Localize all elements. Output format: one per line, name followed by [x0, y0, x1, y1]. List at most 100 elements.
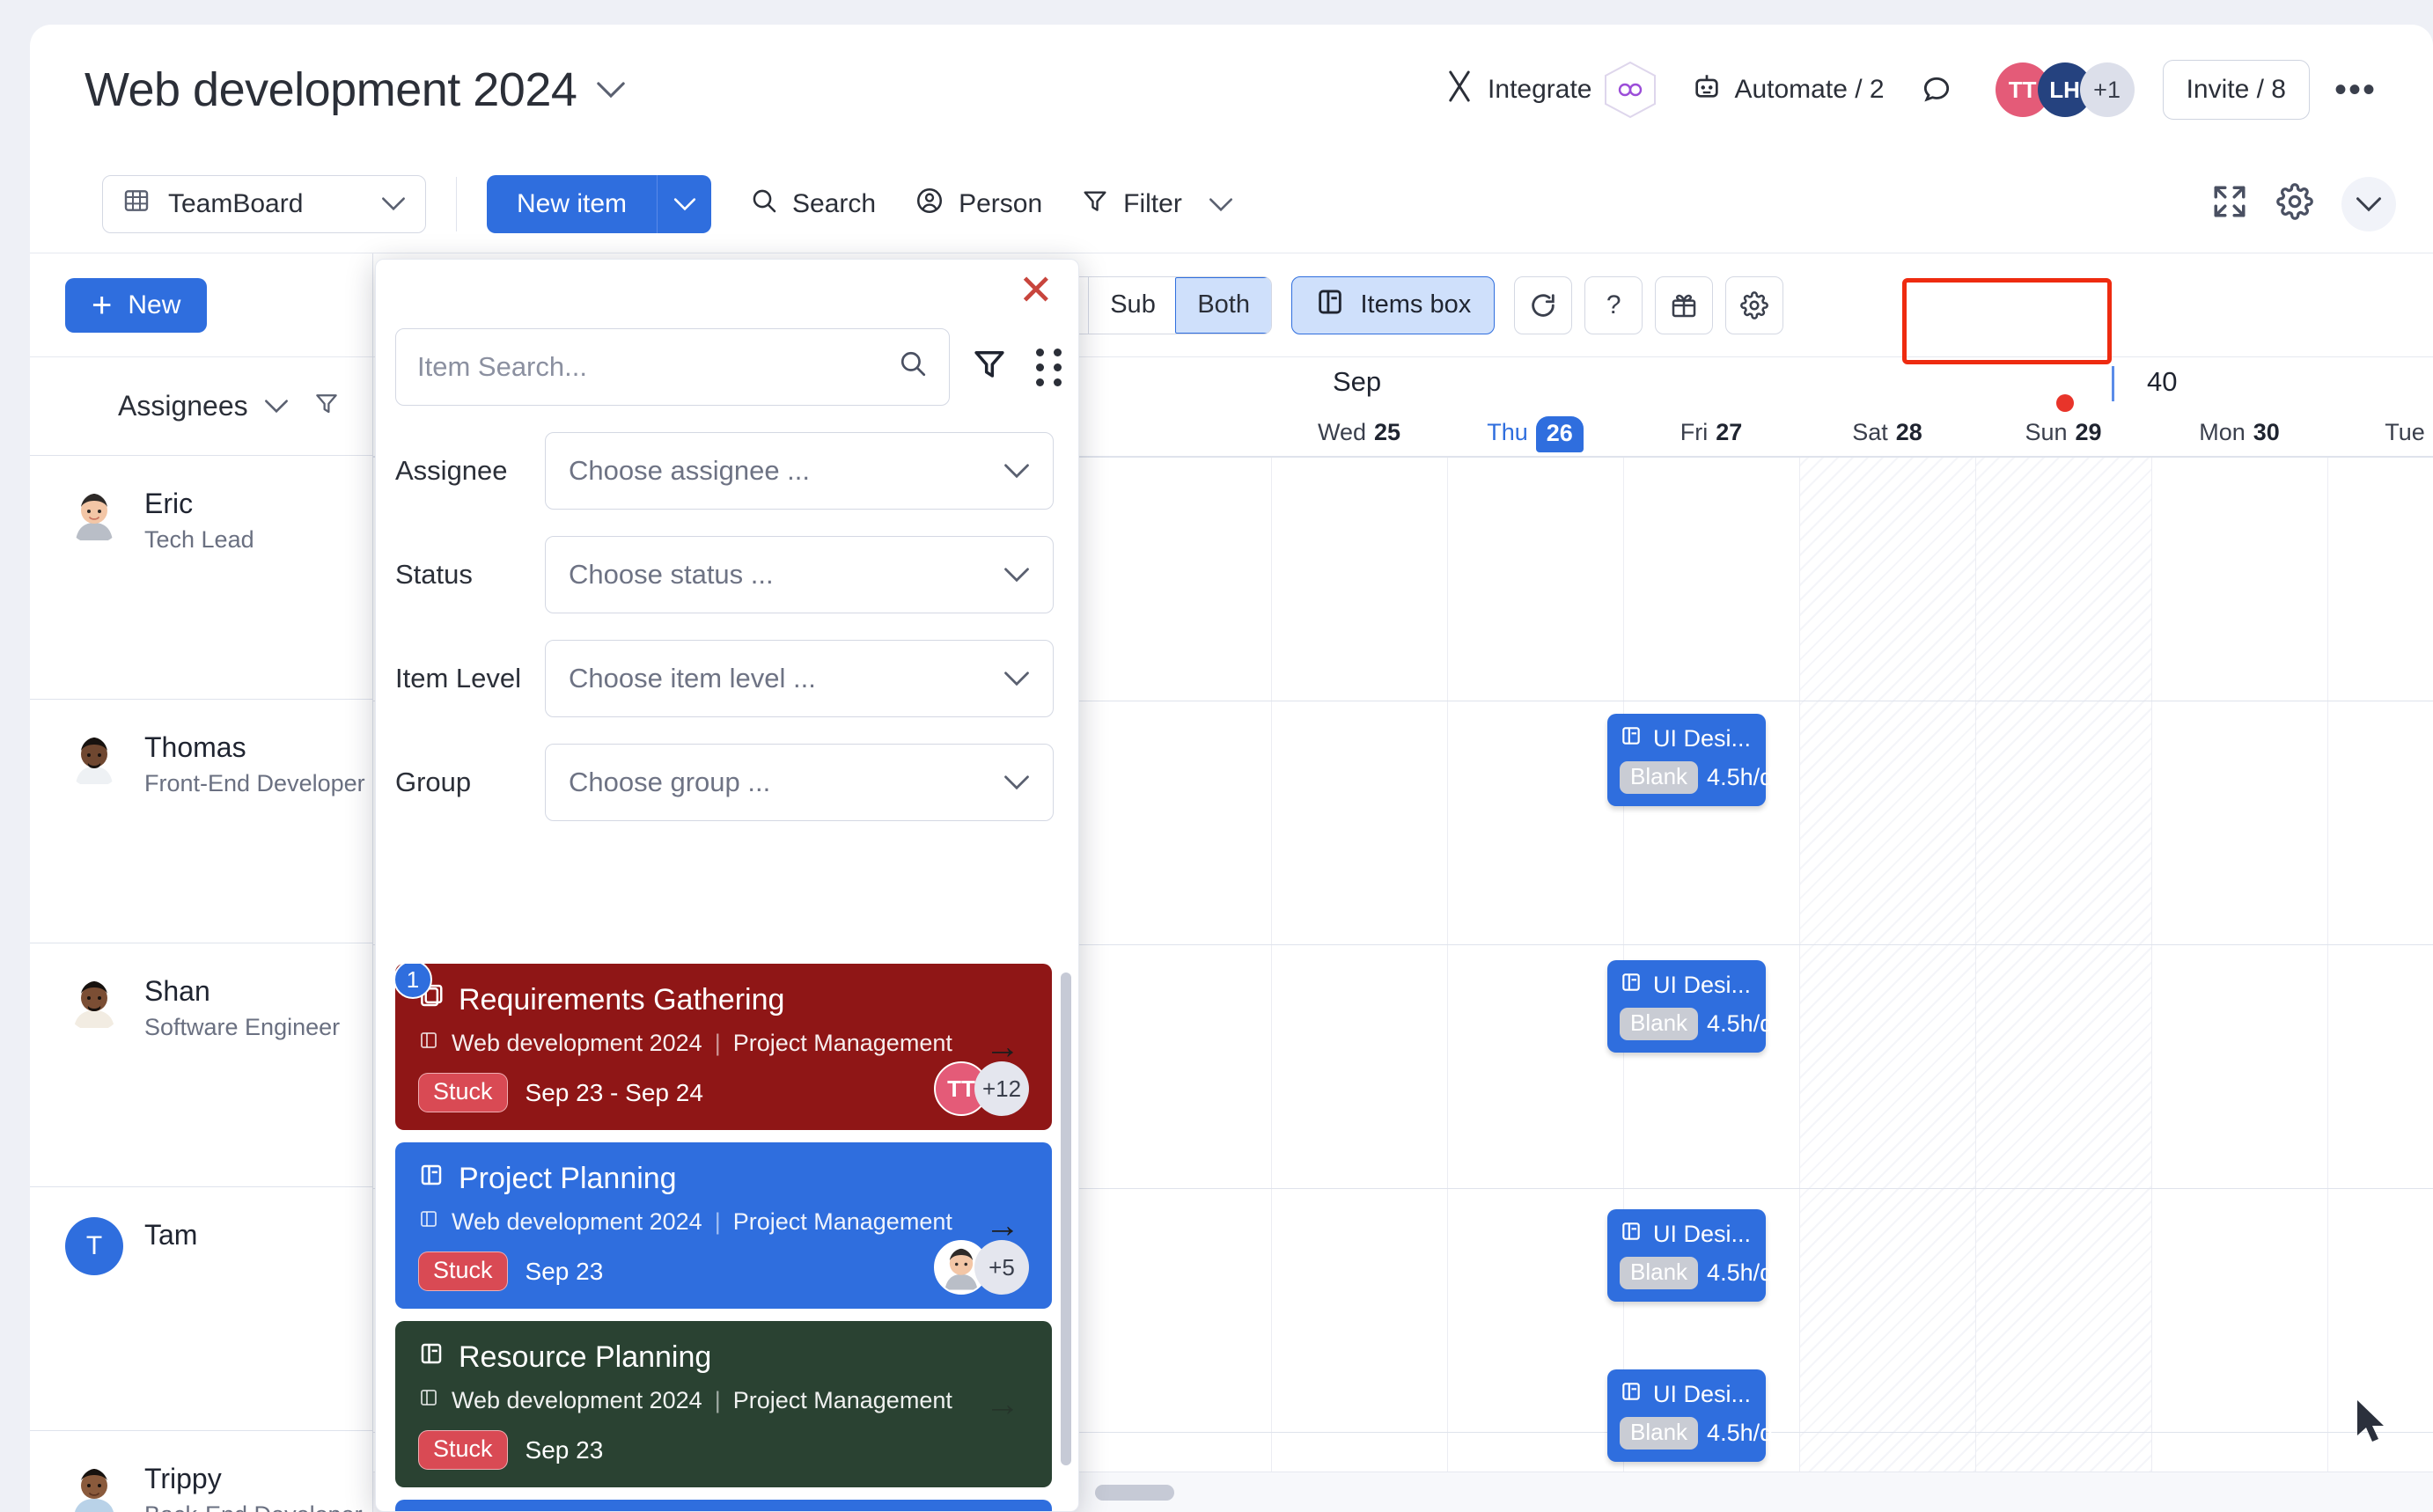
chat-bubble-icon[interactable]	[1902, 73, 1971, 106]
task-hours: 4.5h/d	[1707, 1259, 1773, 1287]
chevron-down-icon[interactable]	[264, 393, 289, 420]
avatar	[65, 1461, 123, 1512]
chevron-down-icon	[1209, 189, 1233, 219]
new-item-group: New item	[487, 175, 711, 233]
assignee-select[interactable]: Choose assignee ...	[545, 432, 1054, 510]
month-label-left: Sep	[1333, 366, 1381, 398]
expand-arrows-icon[interactable]	[2211, 183, 2248, 224]
search-button[interactable]: Search	[750, 187, 876, 222]
task-bar[interactable]: UI Desi... Blank 4.5h/d	[1607, 714, 1766, 806]
day-cell[interactable]: Sat28	[1799, 408, 1975, 457]
task-title-row: UI Desi...	[1620, 1380, 1753, 1409]
funnel-icon[interactable]	[313, 390, 340, 423]
day-cell[interactable]: Wed25	[1271, 408, 1447, 457]
close-x-icon[interactable]: ✕	[1018, 270, 1054, 312]
task-title-row: UI Desi...	[1620, 971, 1753, 1000]
avatar: T	[65, 1217, 123, 1275]
day-cell[interactable]: Sun29	[1975, 408, 2151, 457]
plus-icon: +	[92, 291, 112, 319]
drag-dots-icon[interactable]	[1036, 349, 1062, 386]
chevron-down-icon	[1003, 561, 1030, 589]
integrate-label: Integrate	[1488, 75, 1591, 105]
item-meta: Web development 2024 | Project Managemen…	[418, 1387, 1029, 1414]
status-select[interactable]: Choose status ...	[545, 536, 1054, 613]
assignee-row[interactable]: Shan Software Engineer	[30, 943, 372, 1187]
item-type-icon	[418, 1340, 445, 1375]
board-icon	[418, 1387, 439, 1414]
assignee-row[interactable]: Thomas Front-End Developer	[30, 700, 372, 943]
day-cell[interactable]: Fri27	[1623, 408, 1799, 457]
funnel-icon	[1081, 187, 1109, 222]
assignee-row[interactable]: Eric Tech Lead	[30, 456, 372, 700]
scope-option-both[interactable]: Both	[1175, 277, 1271, 334]
assignees-header[interactable]: Assignees	[30, 357, 372, 456]
task-bar[interactable]: UI Desi... Blank 4.5h/d	[1607, 1369, 1766, 1462]
assignee-row[interactable]: Trippy Back-End Developer	[30, 1431, 372, 1512]
search-icon[interactable]	[898, 349, 928, 385]
panel-left-icon	[1620, 1380, 1643, 1409]
scope-option-sub[interactable]: Sub	[1088, 277, 1177, 334]
item-meta: Web development 2024 | Project Managemen…	[418, 1030, 1029, 1057]
integrate-button[interactable]: Integrate	[1426, 61, 1674, 119]
refresh-button[interactable]	[1514, 276, 1572, 334]
open-item-arrow-icon[interactable]: →	[985, 1384, 1020, 1424]
search-input[interactable]: Item Search...	[395, 328, 950, 406]
status-select-value: Choose status ...	[569, 559, 774, 591]
item-type-icon	[418, 1162, 445, 1196]
item-level-select[interactable]: Choose item level ...	[545, 640, 1054, 717]
list-item[interactable]: Wireframing Web development 2024 | User …	[395, 1500, 1052, 1511]
item-group: Project Management	[733, 1208, 952, 1236]
filter-button[interactable]: Filter	[1081, 187, 1233, 222]
assignee-name: Thomas	[144, 730, 365, 765]
top-bar-actions: Integrate	[1426, 60, 2396, 120]
day-cell-today[interactable]: Thu26	[1447, 408, 1623, 457]
timeline-settings-button[interactable]	[1725, 276, 1783, 334]
item-assignees[interactable]: TT +12	[934, 1061, 1029, 1116]
list-item[interactable]: Project Planning Web development 2024 | …	[395, 1142, 1052, 1309]
task-bar[interactable]: UI Desi... Blank 4.5h/d	[1607, 960, 1766, 1053]
filter-row-status: Status Choose status ...	[376, 536, 1078, 613]
popup-scrollbar-thumb[interactable]	[1061, 973, 1071, 1465]
panel-left-icon	[1315, 287, 1345, 324]
scrollbar-thumb[interactable]	[1095, 1485, 1174, 1501]
item-card-list[interactable]: 1 Requirements Gathering Web development…	[376, 964, 1078, 1511]
assignee-name: Shan	[144, 973, 340, 1009]
gear-icon[interactable]	[2276, 183, 2313, 224]
toolbar: TeamBoard New item Search Person	[30, 155, 2433, 253]
list-item[interactable]: Resource Planning Web development 2024 |…	[395, 1321, 1052, 1487]
assignee-row[interactable]: T Tam	[30, 1187, 372, 1431]
person-button[interactable]: Person	[915, 186, 1042, 223]
collapse-toolbar-button[interactable]	[2341, 177, 2396, 231]
board-select-label: TeamBoard	[168, 189, 303, 219]
new-item-dropdown-button[interactable]	[657, 175, 711, 233]
automate-button[interactable]: Automate / 2	[1674, 71, 1901, 108]
items-box-button[interactable]: Items box	[1291, 276, 1496, 334]
board-icon	[418, 1030, 439, 1057]
panel-left-icon	[1620, 724, 1643, 753]
new-button[interactable]: + New	[65, 278, 207, 333]
chevron-down-icon	[1003, 768, 1030, 796]
list-item[interactable]: 1 Requirements Gathering Web development…	[395, 964, 1052, 1130]
items-box-label: Items box	[1361, 290, 1472, 319]
separator: |	[715, 1030, 721, 1057]
item-assignees[interactable]: +5	[934, 1240, 1029, 1295]
chevron-down-icon[interactable]	[596, 81, 626, 99]
board-select[interactable]: TeamBoard	[102, 175, 426, 233]
integrate-icon	[1444, 70, 1475, 110]
task-bar[interactable]: UI Desi... Blank 4.5h/d	[1607, 1209, 1766, 1302]
gift-button[interactable]	[1655, 276, 1713, 334]
popup-filter-icon[interactable]	[971, 345, 1008, 390]
item-board: Web development 2024	[452, 1208, 702, 1236]
invite-button[interactable]: Invite / 8	[2163, 60, 2310, 120]
avatar-overflow[interactable]: +1	[2080, 62, 2135, 117]
status-badge: Blank	[1620, 1257, 1698, 1289]
item-meta: Web development 2024 | Project Managemen…	[418, 1208, 1029, 1236]
member-avatars[interactable]: TT LH +1	[1996, 62, 2135, 117]
day-cell[interactable]: Mon30	[2151, 408, 2327, 457]
day-cell[interactable]: Tue1	[2327, 408, 2433, 457]
more-menu-button[interactable]: •••	[2315, 70, 2396, 110]
help-button[interactable]: ?	[1584, 276, 1643, 334]
group-select[interactable]: Choose group ...	[545, 744, 1054, 821]
new-item-button[interactable]: New item	[487, 175, 657, 233]
person-circle-icon	[915, 186, 945, 223]
